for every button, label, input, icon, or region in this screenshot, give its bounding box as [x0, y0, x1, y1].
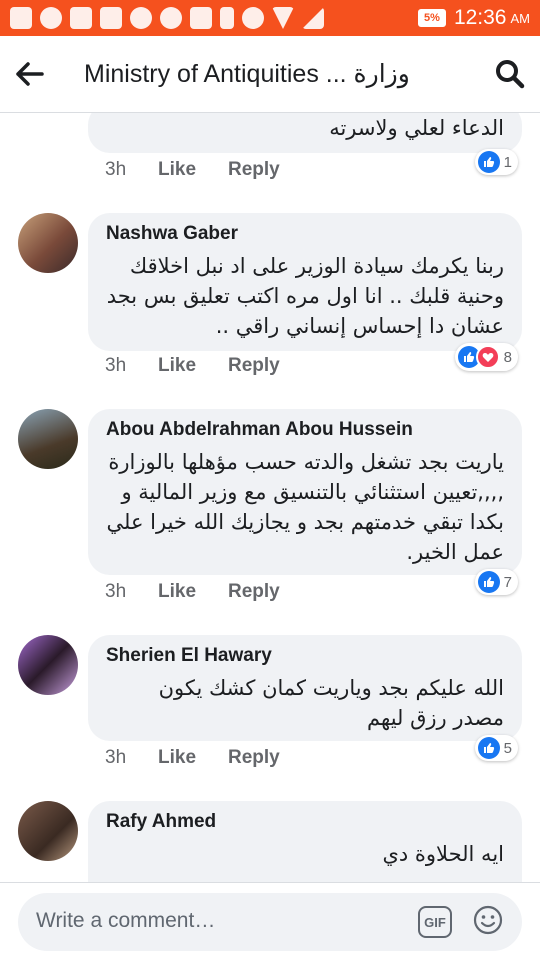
like-button[interactable]: Like [158, 159, 228, 181]
comment-time: 3h [105, 159, 127, 180]
comment-text: ياريت بجد تشغل والدته حسب مؤهلها بالوزار… [106, 450, 504, 564]
comment-text: ربنا يكرمك سيادة الوزير على اد نبل اخلاق… [106, 254, 504, 338]
star-icon [130, 7, 152, 29]
reply-button[interactable]: Reply [228, 355, 280, 377]
facebook-icon [40, 7, 62, 29]
clock-ampm: AM [510, 10, 531, 26]
header-bar: Ministry of Antiquities ... وزارة [0, 36, 540, 113]
phone-icon [220, 7, 234, 29]
comment-author[interactable]: Nashwa Gaber [106, 223, 504, 245]
news-icon [70, 7, 92, 29]
wifi-icon [272, 7, 294, 29]
ok-icon [100, 7, 122, 29]
like-button[interactable]: Like [158, 747, 228, 769]
reaction-count: 1 [503, 153, 512, 171]
like-reaction-icon [477, 151, 500, 173]
like-reaction-icon [477, 737, 500, 759]
reaction-count: 7 [503, 573, 512, 591]
comment-text: الدعاء لعلي ولاسرته [329, 116, 504, 140]
comment-text: ايه الحلاوة دي [382, 842, 504, 866]
reaction-summary[interactable]: 1 [474, 149, 518, 175]
comment-input[interactable]: Write a comment… GIF [18, 893, 522, 951]
comment-time: 3h [105, 747, 127, 768]
love-reaction-icon [475, 345, 500, 369]
comment-author[interactable]: Sherien El Hawary [106, 645, 504, 667]
comment-bubble: الدعاء لعلي ولاسرته [88, 113, 522, 153]
like-button[interactable]: Like [158, 355, 228, 377]
comment-bubble: Abou Abdelrahman Abou Hussein ياريت بجد … [88, 409, 522, 575]
youtube-icon [190, 7, 212, 29]
avatar[interactable] [18, 801, 78, 861]
avatar[interactable] [18, 635, 78, 695]
comment-bubble: Rafy Ahmed ايه الحلاوة دي [88, 801, 522, 882]
comment-composer: Write a comment… GIF [0, 882, 540, 961]
reaction-count: 8 [503, 348, 512, 366]
comment-author[interactable]: Abou Abdelrahman Abou Hussein [106, 419, 504, 441]
back-button[interactable] [0, 36, 60, 112]
reaction-count: 5 [503, 739, 512, 757]
battery-indicator: 5% [418, 9, 446, 27]
reaction-summary[interactable]: 5 [474, 735, 518, 761]
back-arrow-icon [16, 62, 44, 86]
search-button[interactable] [480, 36, 540, 112]
avatar[interactable] [18, 213, 78, 273]
reaction-summary[interactable]: 8 [454, 343, 518, 371]
comment-placeholder: Write a comment… [36, 909, 216, 932]
comment-text: الله عليكم بجد وياريت كمان كشك يكون مصدر… [158, 676, 504, 730]
cloud-icon [160, 7, 182, 29]
avatar[interactable] [18, 409, 78, 469]
reaction-summary[interactable]: 7 [474, 569, 518, 595]
comments-feed[interactable]: الدعاء لعلي ولاسرته 3h Like Reply 1 Nash… [0, 113, 540, 882]
search-icon [496, 60, 525, 89]
status-bar: 5% 12:36 AM [0, 0, 540, 36]
reply-button[interactable]: Reply [228, 747, 280, 769]
comment-bubble: Nashwa Gaber ربنا يكرمك سيادة الوزير على… [88, 213, 522, 351]
gif-button[interactable]: GIF [418, 906, 452, 938]
page-title: Ministry of Antiquities ... وزارة [84, 60, 410, 88]
comment-time: 3h [105, 581, 127, 602]
clock-time: 12:36 [453, 6, 507, 29]
reply-button[interactable]: Reply [228, 159, 280, 181]
like-reaction-icon [477, 571, 500, 593]
comment-author[interactable]: Rafy Ahmed [106, 811, 504, 833]
emoji-icon[interactable] [473, 905, 503, 935]
comment-time: 3h [105, 355, 127, 376]
comment-bubble: Sherien El Hawary الله عليكم بجد وياريت … [88, 635, 522, 741]
signal-icon [302, 7, 324, 29]
reply-button[interactable]: Reply [228, 581, 280, 603]
like-button[interactable]: Like [158, 581, 228, 603]
messages-icon [10, 7, 32, 29]
alarm-icon [242, 7, 264, 29]
